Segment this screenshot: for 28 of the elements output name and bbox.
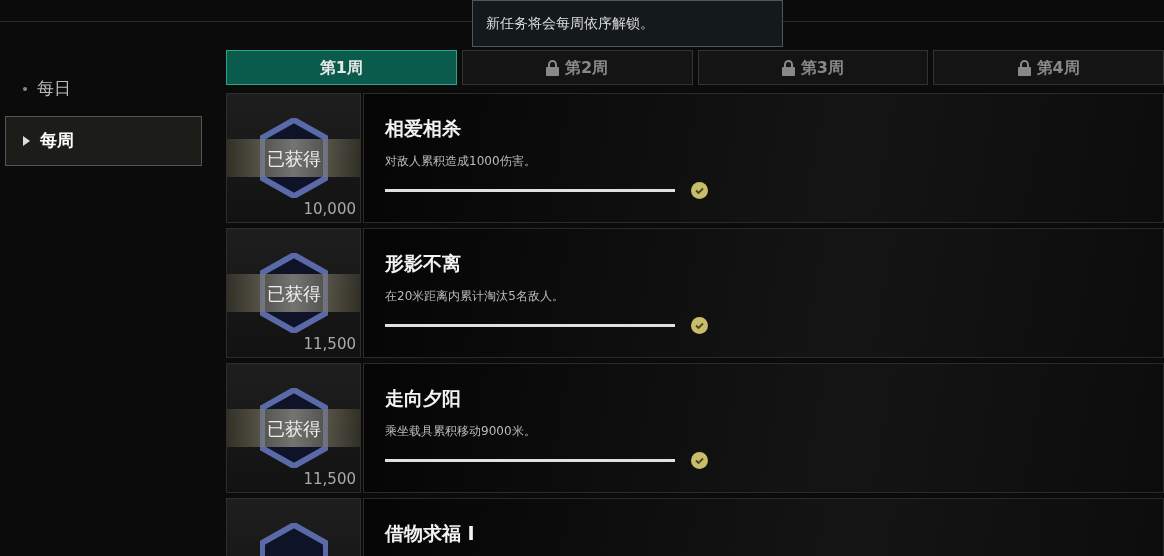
quest-description: 在20米距离内累计淘汰5名敌人。	[385, 287, 565, 305]
quest-title: 走向夕阳	[385, 386, 462, 411]
hexagon-icon	[260, 118, 328, 198]
sidebar-item[interactable]: 每周	[5, 116, 202, 166]
reward-amount: 11,500	[303, 333, 356, 355]
status-label: 已获得	[227, 274, 360, 312]
lock-icon	[1017, 59, 1031, 76]
quest-description: 乘坐载具累积移动9000米。	[385, 422, 537, 440]
hexagon-icon	[260, 388, 328, 468]
week-tab[interactable]: 第3周	[697, 50, 929, 85]
triangle-icon	[23, 136, 30, 146]
status-label: 已获得	[227, 409, 360, 447]
quest-title: 相爱相杀	[385, 116, 462, 141]
sidebar-item[interactable]: 每日	[5, 64, 202, 114]
quest-title: 借物求福 I	[385, 521, 476, 546]
week-tab[interactable]: 第1周	[226, 50, 457, 85]
tooltip: 新任务将会每周依序解锁。	[472, 0, 783, 47]
status-label: 已获得	[227, 139, 360, 177]
quest-description: 对敌人累积造成1000伤害。	[385, 152, 537, 170]
reward-amount: 10,000	[303, 198, 356, 220]
quest-title: 形影不离	[385, 251, 462, 276]
dot-icon	[23, 87, 27, 91]
week-tab[interactable]: 第4周	[933, 50, 1164, 85]
reward-amount: 11,500	[303, 468, 356, 490]
hexagon-icon	[260, 253, 328, 333]
lock-icon	[781, 59, 795, 76]
week-tab[interactable]: 第2周	[461, 50, 693, 85]
lock-icon	[546, 59, 560, 76]
